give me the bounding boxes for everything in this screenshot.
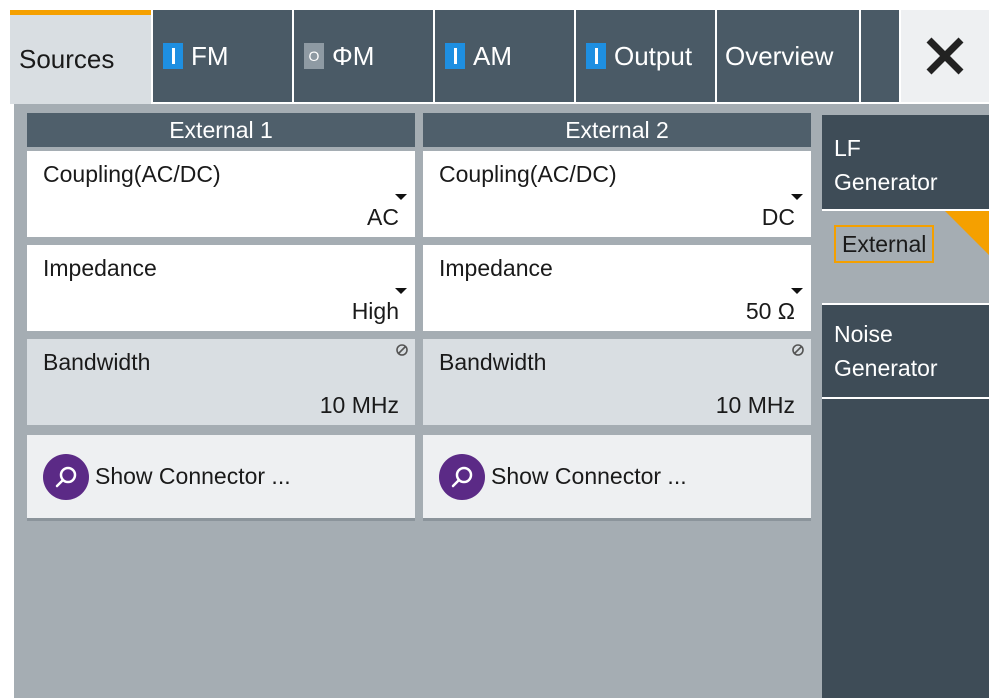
field-value: 10 MHz [319, 392, 399, 418]
coupling-select[interactable]: Coupling(AC/DC) AC [27, 151, 415, 237]
coupling-select[interactable]: Coupling(AC/DC) DC [423, 151, 811, 237]
state-on-indicator [586, 43, 606, 69]
tab-bar-spacer [861, 10, 899, 102]
chevron-down-icon [791, 288, 803, 294]
external-settings: External 1 Coupling(AC/DC) AC Impedance … [18, 113, 819, 698]
chevron-down-icon [791, 194, 803, 200]
tab-label: AM [473, 40, 512, 71]
side-item-label: External [834, 225, 935, 263]
show-connector-button[interactable]: Show Connector ... [423, 435, 811, 521]
field-value: High [351, 298, 399, 324]
content-panel: External 1 Coupling(AC/DC) AC Impedance … [14, 104, 989, 698]
field-value: AC [367, 204, 399, 230]
state-on-indicator [445, 43, 465, 69]
magnifier-icon [439, 453, 485, 500]
impedance-select[interactable]: Impedance 50 Ω [423, 245, 811, 331]
side-nav: LF Generator External Noise Generator [822, 115, 989, 698]
close-button[interactable] [901, 10, 989, 102]
magnifier-icon [43, 453, 89, 500]
state-on-indicator [163, 43, 183, 69]
field-value: DC [761, 204, 795, 230]
chevron-down-icon [395, 194, 407, 200]
button-label: Show Connector ... [491, 463, 687, 489]
modulation-dialog: Sources FM O ΦM AM Output Overview Exter… [0, 0, 989, 698]
divider [822, 397, 989, 399]
tab-label: ΦM [332, 40, 375, 71]
field-label: Impedance [43, 255, 157, 281]
bandwidth-field: Bandwidth 10 MHz [423, 339, 811, 425]
side-item-lf-generator[interactable]: LF Generator [822, 115, 989, 209]
side-item-label: Generator [834, 355, 938, 381]
external-2-column: External 2 Coupling(AC/DC) DC Impedance … [423, 113, 811, 533]
tab-overview[interactable]: Overview [717, 10, 859, 102]
button-label: Show Connector ... [95, 463, 291, 489]
field-value: 50 Ω [745, 298, 795, 324]
field-label: Coupling(AC/DC) [43, 161, 221, 187]
column-header: External 2 [423, 113, 811, 147]
tab-label: FM [191, 40, 229, 71]
close-icon [926, 37, 964, 75]
tab-sources[interactable]: Sources [10, 10, 151, 104]
field-label: Bandwidth [439, 349, 547, 375]
tab-bar: Sources FM O ΦM AM Output Overview [10, 10, 989, 104]
field-label: Coupling(AC/DC) [439, 161, 617, 187]
side-item-label: Generator [834, 169, 938, 195]
read-only-icon [396, 344, 408, 356]
side-item-label: LF [834, 135, 861, 161]
show-connector-button[interactable]: Show Connector ... [27, 435, 415, 521]
tab-output[interactable]: Output [576, 10, 715, 102]
tab-label: Sources [19, 44, 115, 74]
column-header: External 1 [27, 113, 415, 147]
read-only-icon [792, 344, 804, 356]
impedance-select[interactable]: Impedance High [27, 245, 415, 331]
tab-label: Output [614, 40, 693, 71]
field-value: 10 MHz [715, 392, 795, 418]
tab-label: Overview [725, 40, 834, 71]
field-label: Bandwidth [43, 349, 151, 375]
external-1-column: External 1 Coupling(AC/DC) AC Impedance … [27, 113, 415, 533]
side-item-noise-generator[interactable]: Noise Generator [822, 305, 989, 397]
tab-phim[interactable]: O ΦM [294, 10, 433, 102]
side-item-external[interactable]: External [822, 211, 989, 303]
active-corner-marker [945, 211, 989, 255]
field-label: Impedance [439, 255, 553, 281]
state-off-indicator: O [304, 43, 324, 69]
tab-am[interactable]: AM [435, 10, 574, 102]
tab-fm[interactable]: FM [153, 10, 292, 102]
chevron-down-icon [395, 288, 407, 294]
bandwidth-field: Bandwidth 10 MHz [27, 339, 415, 425]
side-item-label: Noise [834, 321, 893, 347]
